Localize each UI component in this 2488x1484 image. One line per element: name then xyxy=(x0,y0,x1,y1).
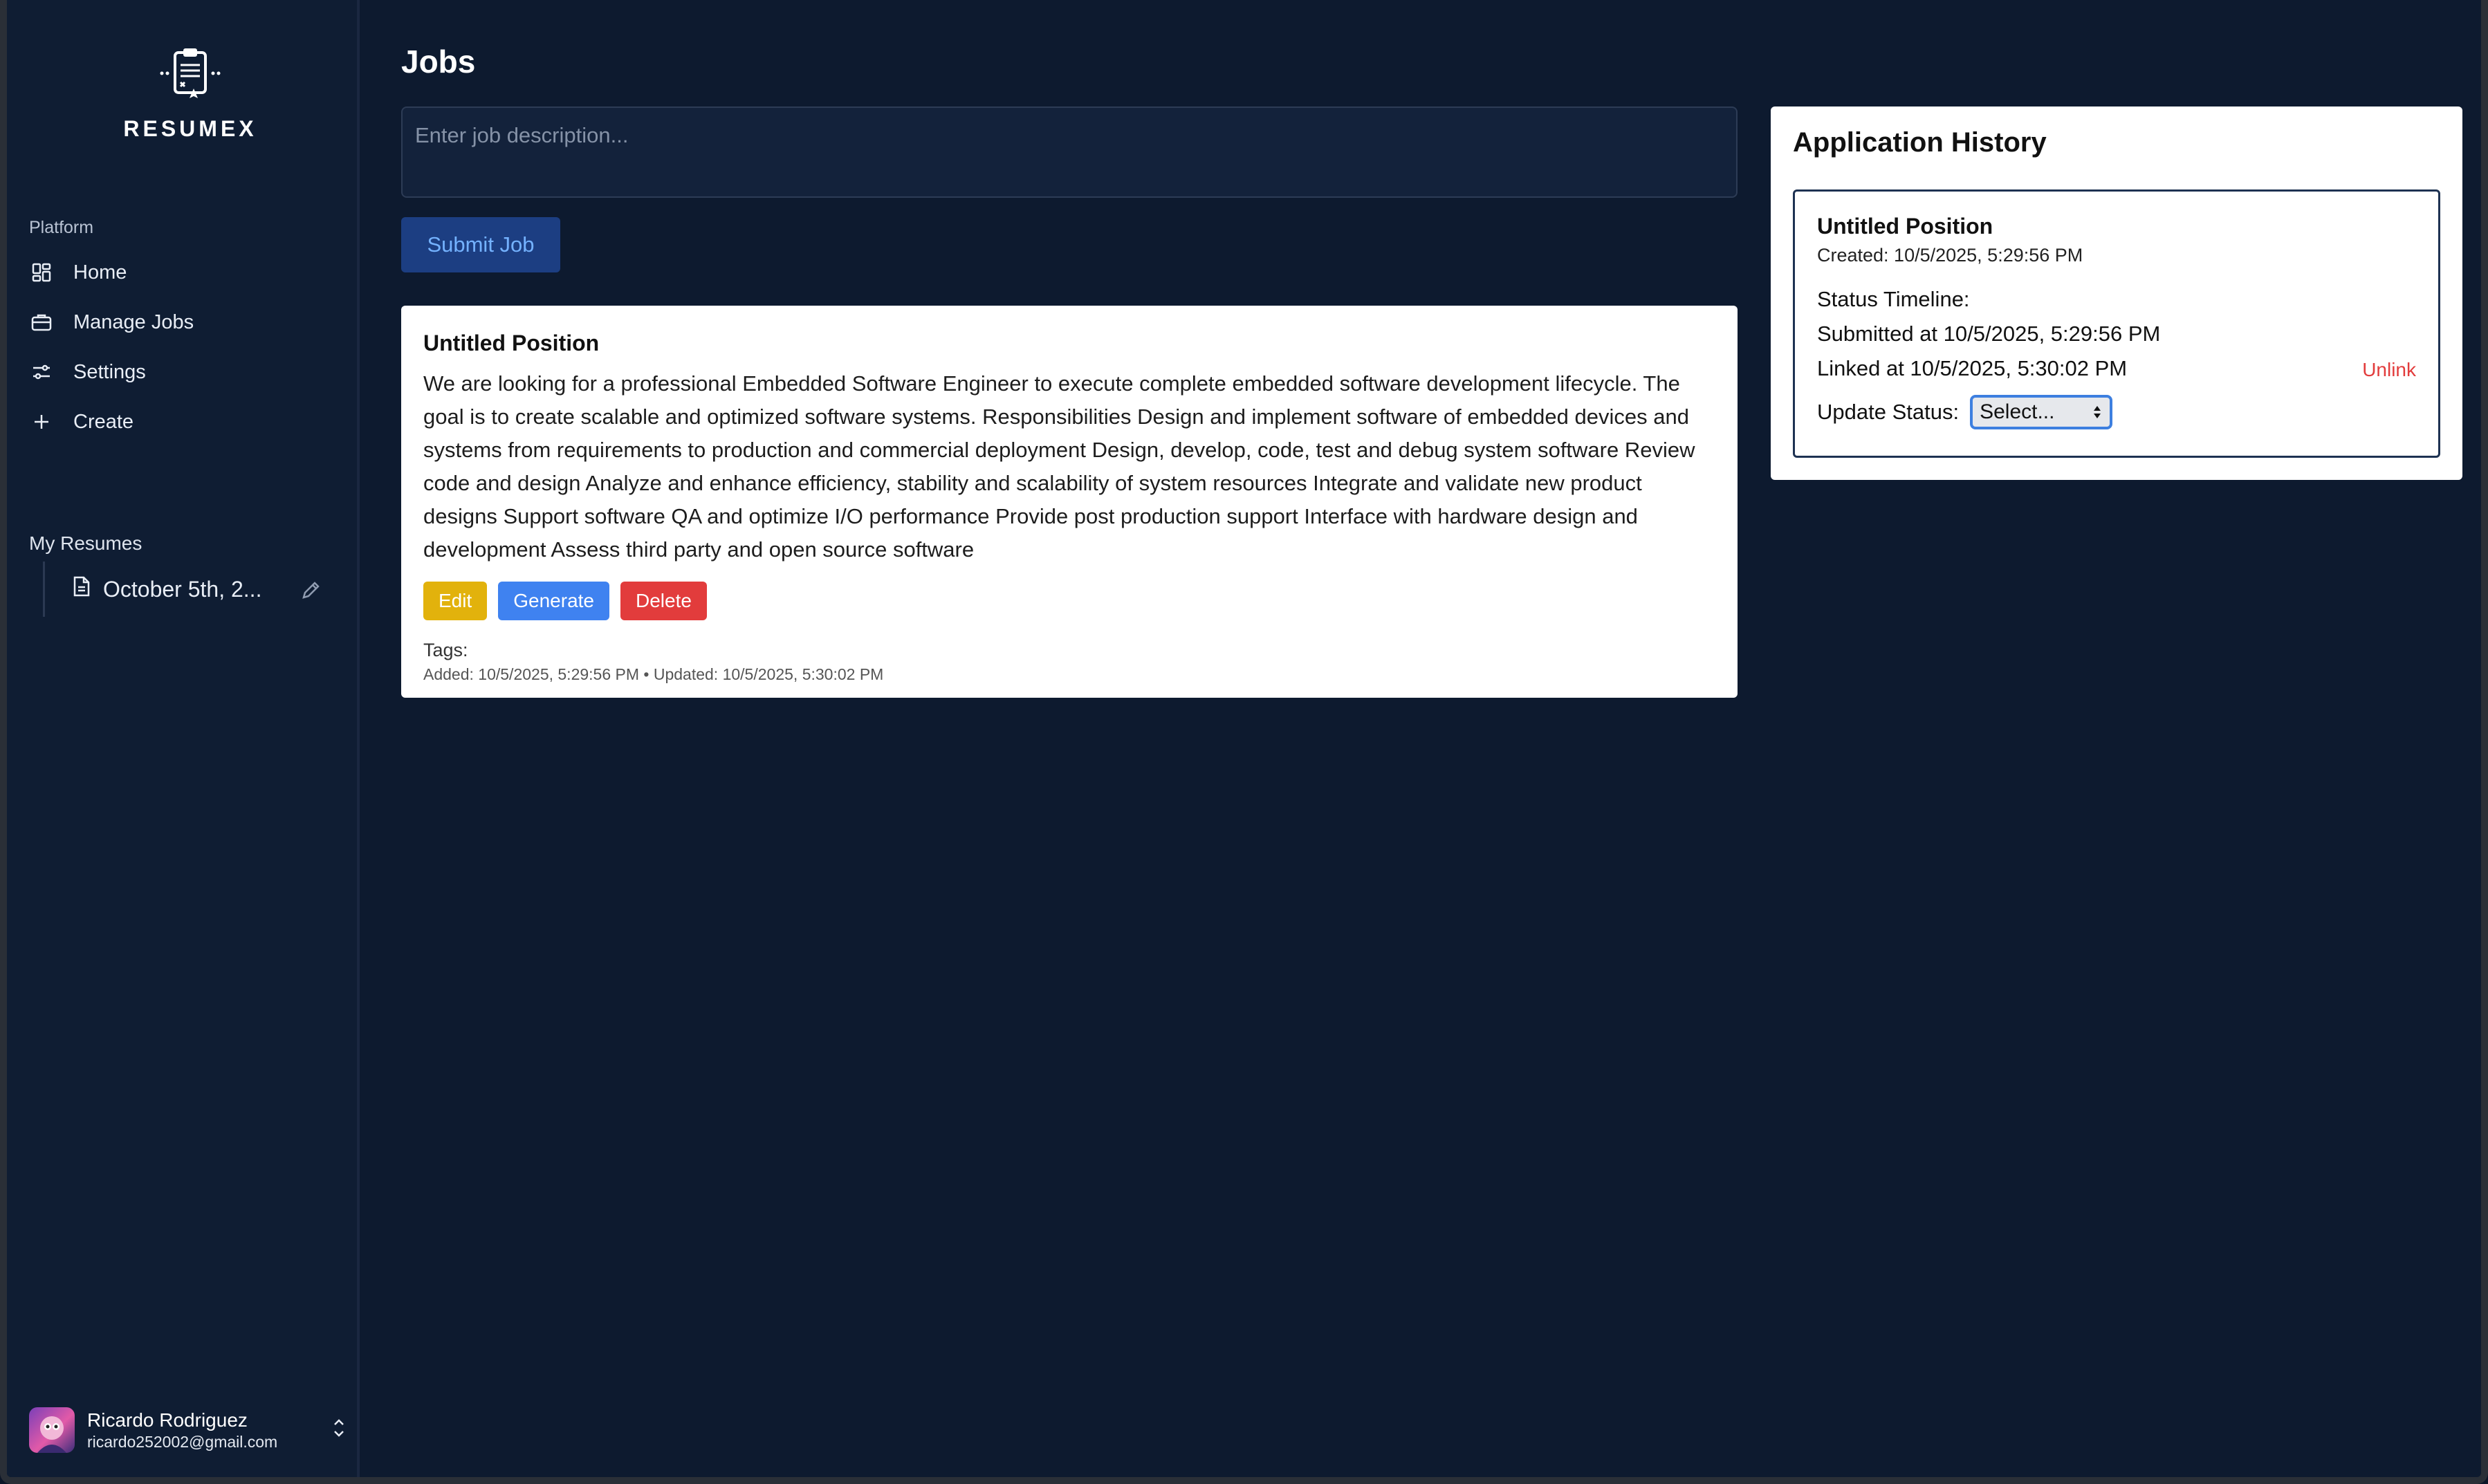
avatar xyxy=(29,1407,75,1453)
nav-item-manage-jobs[interactable]: Manage Jobs xyxy=(29,303,333,342)
edit-resume-pencil-icon[interactable] xyxy=(300,579,322,607)
app-logo[interactable]: RESUMEX xyxy=(111,46,270,142)
brand-name: RESUMEX xyxy=(123,116,257,141)
submit-job-button[interactable]: Submit Job xyxy=(401,217,560,272)
timeline-linked: Linked at 10/5/2025, 5:30:02 PM Unlink xyxy=(1817,356,2416,381)
page-title: Jobs xyxy=(401,44,476,80)
user-info: Ricardo Rodriguez ricardo252002@gmail.co… xyxy=(87,1409,277,1451)
resume-item[interactable]: October 5th, 2... xyxy=(73,568,322,610)
job-title: Untitled Position xyxy=(423,331,600,355)
delete-button[interactable]: Delete xyxy=(620,582,707,620)
chevron-up-down-icon[interactable] xyxy=(331,1416,347,1443)
job-actions: Edit Generate Delete xyxy=(423,582,1715,620)
user-menu[interactable]: Ricardo Rodriguez ricardo252002@gmail.co… xyxy=(29,1404,347,1456)
nav-item-settings[interactable]: Settings xyxy=(29,353,333,391)
nav-item-create[interactable]: Create xyxy=(29,402,333,441)
status-select[interactable]: Select... xyxy=(1970,395,2113,429)
status-select-value: Select... xyxy=(1980,400,2055,423)
timeline-submitted: Submitted at 10/5/2025, 5:29:56 PM xyxy=(1817,322,2416,346)
history-created: Created: 10/5/2025, 5:29:56 PM xyxy=(1817,245,2083,266)
select-arrows-icon xyxy=(2092,403,2103,427)
main-content: Jobs Submit Job Untitled Position We are… xyxy=(360,0,2481,1477)
plus-icon xyxy=(29,409,54,434)
briefcase-icon xyxy=(29,310,54,335)
update-status-label: Update Status: xyxy=(1817,400,1960,424)
nav-item-home[interactable]: Home xyxy=(29,253,333,292)
nav-item-label: Home xyxy=(73,261,127,284)
user-email: ricardo252002@gmail.com xyxy=(87,1432,278,1451)
nav-item-label: Manage Jobs xyxy=(73,310,194,333)
clipboard-logo-icon xyxy=(160,48,221,98)
timeline-linked-text: Linked at 10/5/2025, 5:30:02 PM xyxy=(1817,356,2128,380)
job-description: We are looking for a professional Embedd… xyxy=(423,371,1695,562)
app-window: RESUMEX Platform Home Manage Jobs Settin… xyxy=(0,0,2488,1484)
application-history-title: Application History xyxy=(1793,127,2047,158)
unlink-link[interactable]: Unlink xyxy=(2362,359,2416,381)
generate-button[interactable]: Generate xyxy=(498,582,609,620)
job-card: Untitled Position We are looking for a p… xyxy=(401,306,1738,698)
tags-label: Tags: xyxy=(423,640,468,660)
nav-item-label: Create xyxy=(73,410,134,433)
status-timeline-label: Status Timeline: xyxy=(1817,287,1970,311)
resume-item-label: October 5th, 2... xyxy=(103,576,262,602)
my-resumes-section-label: My Resumes xyxy=(29,532,142,554)
job-meta: Added: 10/5/2025, 5:29:56 PM • Updated: … xyxy=(423,665,884,683)
grid-icon xyxy=(29,260,54,285)
document-icon xyxy=(73,575,91,603)
edit-button[interactable]: Edit xyxy=(423,582,488,620)
application-history-panel: Application History Untitled Position Cr… xyxy=(1771,106,2462,480)
sidebar: RESUMEX Platform Home Manage Jobs Settin… xyxy=(7,0,360,1477)
sliders-icon xyxy=(29,360,54,384)
history-position: Untitled Position xyxy=(1817,214,1993,239)
history-entry: Untitled Position Created: 10/5/2025, 5:… xyxy=(1793,189,2440,458)
platform-section-label: Platform xyxy=(29,218,94,237)
nav-item-label: Settings xyxy=(73,360,146,383)
user-name: Ricardo Rodriguez xyxy=(87,1409,248,1431)
resume-list: October 5th, 2... xyxy=(43,562,320,617)
job-description-input[interactable] xyxy=(401,106,1738,198)
timeline-submitted-text: Submitted at 10/5/2025, 5:29:56 PM xyxy=(1817,322,2161,346)
update-status-row: Update Status: Select... xyxy=(1817,395,2416,429)
